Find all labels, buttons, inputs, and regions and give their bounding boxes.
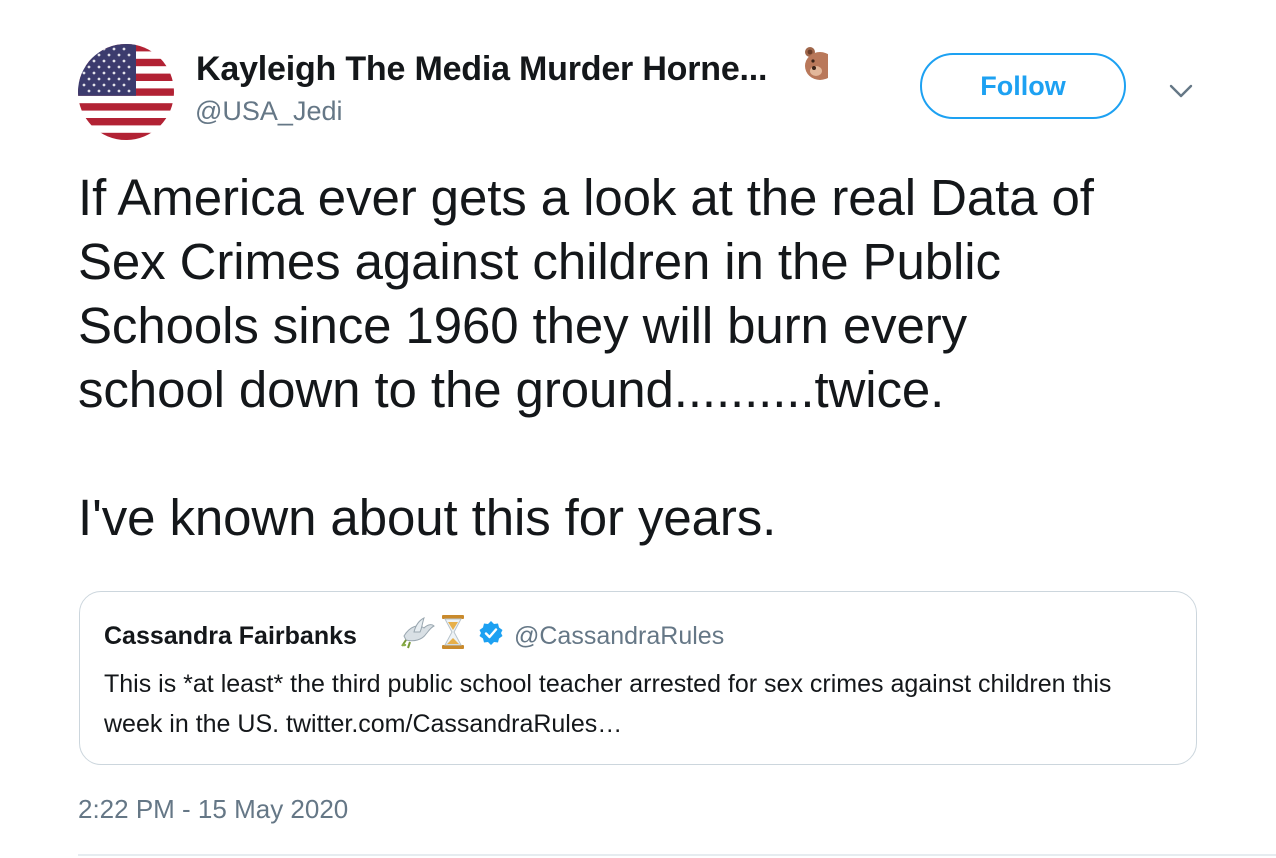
author-handle[interactable]: @USA_Jedi [195,96,342,127]
quoted-tweet-card[interactable]: Cassandra Fairbanks @CassandraRules This… [79,591,1197,765]
verified-badge-icon [478,620,504,646]
dove-emoji-icon [400,614,436,650]
tweet-text: If America ever gets a look at the real … [78,169,1094,546]
bear-face-emoji-icon [804,44,828,84]
quoted-tweet-text: This is *at least* the third public scho… [104,670,1112,738]
avatar[interactable] [78,44,174,140]
tweet-timestamp[interactable]: 2:22 PM - 15 May 2020 [78,794,348,825]
hourglass-emoji-icon [440,614,466,650]
chevron-down-icon[interactable] [1166,78,1196,104]
quoted-author-handle: @CassandraRules [514,622,725,650]
follow-button[interactable]: Follow [920,53,1126,119]
divider [78,854,1276,856]
us-flag-avatar-icon [78,44,174,140]
quoted-author-name: Cassandra Fairbanks [104,622,357,650]
tweet: Kayleigh The Media Murder Horne... @USA_… [0,0,1276,858]
author-display-name[interactable]: Kayleigh The Media Murder Horne... [196,50,768,89]
